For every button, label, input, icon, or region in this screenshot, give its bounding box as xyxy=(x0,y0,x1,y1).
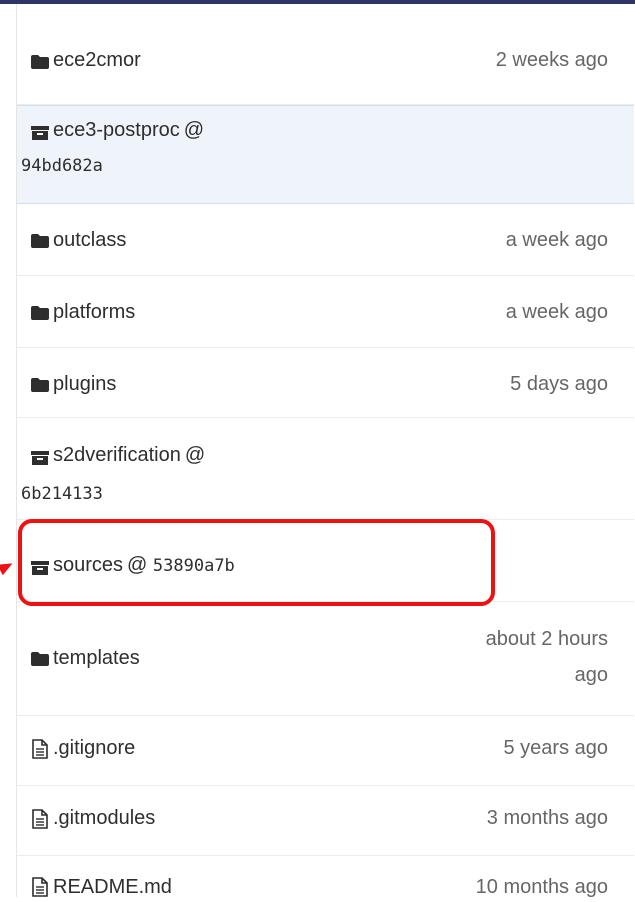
callout-arrow-icon xyxy=(0,558,16,576)
folder-icon xyxy=(31,651,49,667)
last-update: a week ago xyxy=(505,229,608,251)
file-row-templates[interactable]: templates about 2 hours ago xyxy=(17,602,634,716)
last-update: a week ago xyxy=(505,301,608,323)
last-update-line-1: about 2 hours xyxy=(485,628,608,650)
file-row-ece2cmor[interactable]: ece2cmor 2 weeks ago xyxy=(17,22,634,105)
file-name: ece3-postproc xyxy=(53,119,180,141)
file-icon xyxy=(31,809,49,829)
file-icon xyxy=(31,739,49,759)
file-row-s2dverification[interactable]: s2dverification @ 6b214133 xyxy=(17,418,634,520)
folder-icon xyxy=(31,54,49,70)
submodule-link[interactable]: s2dverification @ xyxy=(53,440,205,470)
file-name[interactable]: ece2cmor xyxy=(53,45,141,75)
at-sign: @ xyxy=(183,119,205,141)
file-row-readme[interactable]: README.md 10 months ago xyxy=(17,856,634,898)
file-tree: ece2cmor 2 weeks ago ece3-postproc @ 94bd… xyxy=(16,4,634,898)
last-update: 5 days ago xyxy=(510,373,608,395)
last-update: 2 weeks ago xyxy=(495,49,608,71)
at-sign: @ xyxy=(184,444,206,466)
last-update: 3 months ago xyxy=(486,807,608,829)
highlight-callout-box xyxy=(18,519,495,606)
submodule-link[interactable]: ece3-postproc @ xyxy=(53,115,204,145)
file-row-plugins[interactable]: plugins 5 days ago xyxy=(17,348,634,418)
commit-hash[interactable]: 94bd682a xyxy=(21,152,103,180)
submodule-icon xyxy=(31,450,49,466)
file-icon xyxy=(31,877,49,897)
commit-hash[interactable]: 6b214133 xyxy=(21,480,103,508)
submodule-icon xyxy=(31,125,49,141)
file-row-ece3-postproc[interactable]: ece3-postproc @ 94bd682a xyxy=(17,105,634,204)
file-name: s2dverification xyxy=(53,444,181,466)
file-name[interactable]: README.md xyxy=(53,872,172,902)
last-update-line-2: ago xyxy=(574,664,608,686)
file-row-outclass[interactable]: outclass a week ago xyxy=(17,204,634,276)
file-name[interactable]: .gitignore xyxy=(53,733,135,763)
file-name[interactable]: plugins xyxy=(53,369,116,399)
file-name[interactable]: templates xyxy=(53,643,140,673)
folder-icon xyxy=(31,233,49,249)
last-update: 5 years ago xyxy=(503,737,608,759)
file-name[interactable]: .gitmodules xyxy=(53,803,155,833)
folder-icon xyxy=(31,305,49,321)
file-name[interactable]: platforms xyxy=(53,297,135,327)
file-name[interactable]: outclass xyxy=(53,225,126,255)
folder-icon xyxy=(31,377,49,393)
file-row-platforms[interactable]: platforms a week ago xyxy=(17,276,634,348)
last-update: 10 months ago xyxy=(475,876,608,898)
file-row-gitmodules[interactable]: .gitmodules 3 months ago xyxy=(17,786,634,856)
file-row-gitignore[interactable]: .gitignore 5 years ago xyxy=(17,716,634,786)
